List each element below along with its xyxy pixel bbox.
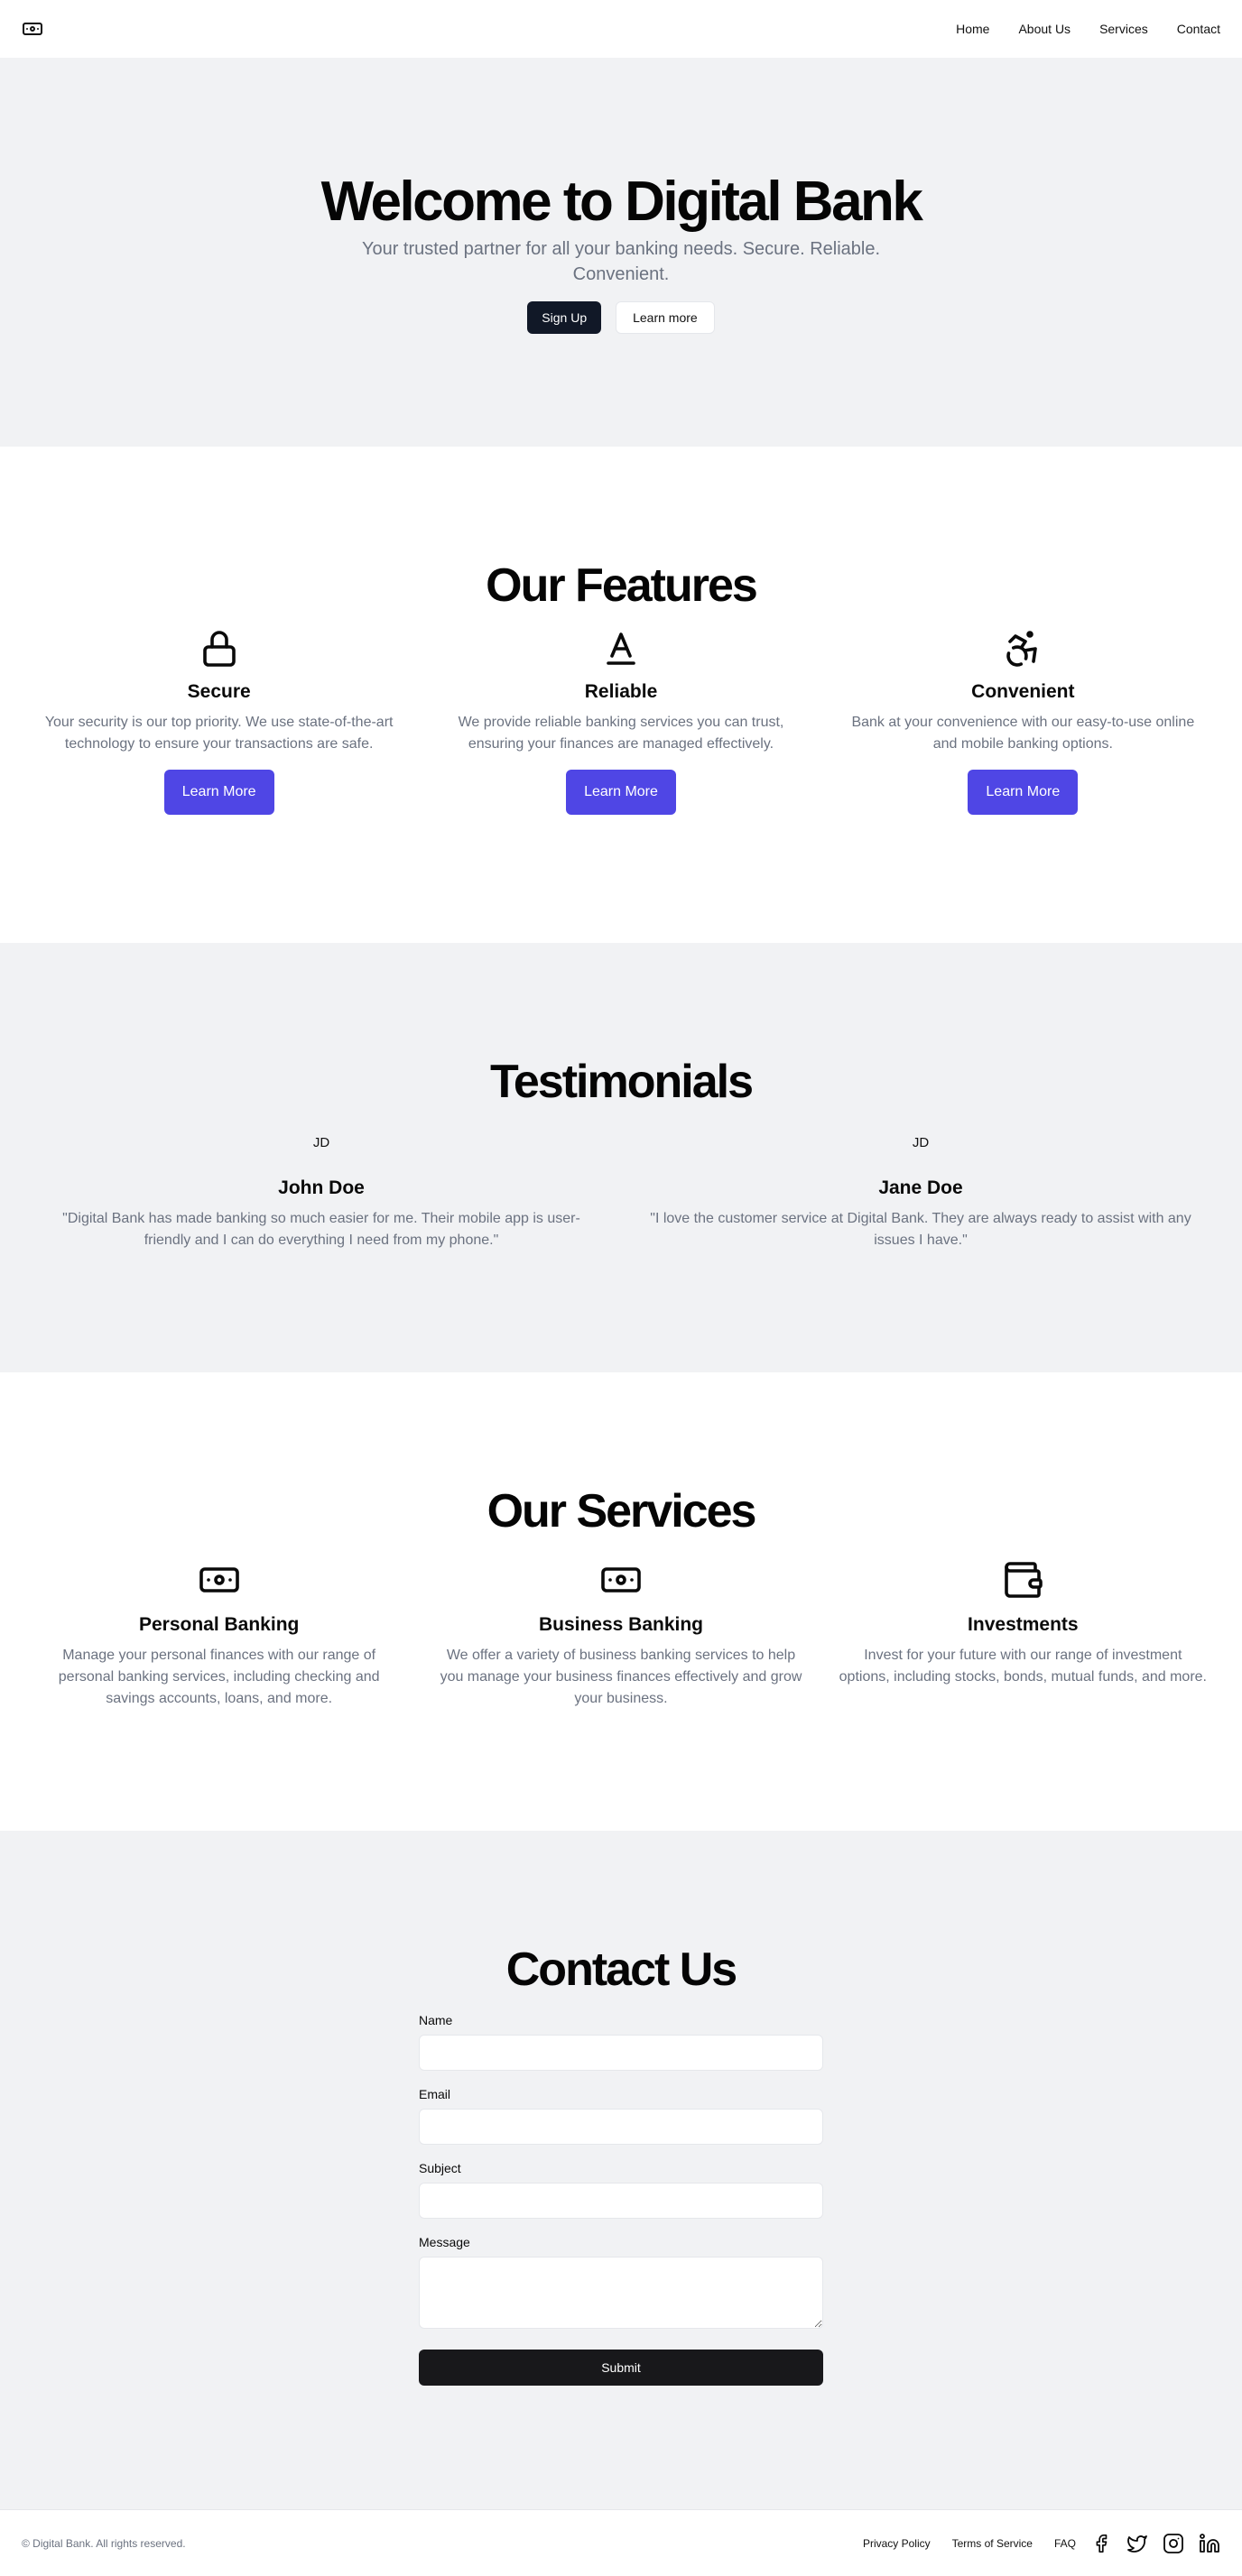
subject-label: Subject [419, 2161, 461, 2175]
service-card-personal: Personal Banking Manage your personal fi… [18, 1558, 420, 1710]
feature-learn-more-button[interactable]: Learn More [968, 770, 1079, 815]
hero-buttons: Sign Up Learn more [527, 301, 715, 334]
service-card-business: Business Banking We offer a variety of b… [420, 1558, 821, 1710]
copyright: © Digital Bank. All rights reserved. [22, 2536, 186, 2550]
banknote-icon [198, 1558, 241, 1602]
feature-learn-more-button[interactable]: Learn More [566, 770, 676, 815]
contact-section: Contact Us Name Email Subject Message Su… [0, 1831, 1242, 2509]
hero-title: Welcome to Digital Bank [320, 171, 923, 233]
terms-of-service-link[interactable]: Terms of Service [952, 2537, 1033, 2550]
contact-form: Name Email Subject Message Submit [419, 2013, 823, 2386]
accessibility-icon [1001, 627, 1044, 670]
facebook-icon[interactable] [1090, 2533, 1112, 2554]
testimonial-card: JD Jane Doe "I love the customer service… [621, 1132, 1220, 1251]
feature-text: Your security is our top priority. We us… [44, 715, 394, 752]
testimonial-quote: "Digital Bank has made banking so much e… [62, 1211, 580, 1248]
faq-link[interactable]: FAQ [1054, 2537, 1076, 2550]
feature-title: Convenient [971, 681, 1075, 702]
testimonial-card: JD John Doe "Digital Bank has made banki… [22, 1132, 621, 1251]
footer-links: Privacy Policy Terms of Service FAQ [863, 2533, 1220, 2554]
services-title: Our Services [487, 1485, 757, 1537]
feature-card-reliable: Reliable We provide reliable banking ser… [420, 627, 821, 815]
submit-button[interactable]: Submit [419, 2350, 823, 2386]
service-title: Personal Banking [138, 1614, 300, 1635]
feature-title: Secure [187, 681, 251, 702]
message-field[interactable] [419, 2257, 823, 2329]
feature-title: Reliable [584, 681, 658, 702]
message-label: Message [419, 2235, 470, 2249]
lock-icon [198, 627, 241, 670]
learn-more-button[interactable]: Learn more [616, 301, 715, 334]
service-text: We offer a variety of business banking s… [440, 1648, 802, 1706]
feature-text: Bank at your convenience with our easy-t… [851, 715, 1195, 752]
nav-about-us[interactable]: About Us [1018, 22, 1071, 36]
feature-card-convenient: Convenient Bank at your convenience with… [822, 627, 1224, 815]
banknote-icon[interactable] [22, 18, 43, 40]
banknote-icon [599, 1558, 643, 1602]
hero-section: Welcome to Digital Bank Your trusted par… [0, 58, 1242, 447]
site-footer: © Digital Bank. All rights reserved. Pri… [0, 2509, 1242, 2576]
service-text: Manage your personal finances with our r… [58, 1648, 380, 1706]
subject-field[interactable] [419, 2183, 823, 2219]
service-title: Investments [968, 1614, 1079, 1635]
service-card-investments: Investments Invest for your future with … [822, 1558, 1224, 1710]
site-header: Home About Us Services Contact [0, 0, 1242, 58]
main-nav: Home About Us Services Contact [956, 22, 1220, 36]
linkedin-icon[interactable] [1199, 2533, 1220, 2554]
name-field-group: Name [419, 2013, 823, 2071]
service-text: Invest for your future with our range of… [839, 1648, 1207, 1685]
services-section: Our Services Personal Banking Manage you… [0, 1372, 1242, 1831]
testimonial-name: John Doe [278, 1177, 365, 1198]
privacy-policy-link[interactable]: Privacy Policy [863, 2537, 931, 2550]
service-title: Business Banking [538, 1614, 704, 1635]
email-field-group: Email [419, 2087, 823, 2145]
features-section: Our Features Secure Your security is our… [0, 447, 1242, 943]
services-grid: Personal Banking Manage your personal fi… [0, 1558, 1242, 1710]
testimonials-section: Testimonials JD John Doe "Digital Bank h… [0, 943, 1242, 1372]
name-label: Name [419, 2013, 453, 2027]
email-field[interactable] [419, 2109, 823, 2145]
twitter-icon[interactable] [1126, 2533, 1148, 2554]
feature-card-secure: Secure Your security is our top priority… [18, 627, 420, 815]
avatar: JD [912, 1135, 930, 1150]
feature-text: We provide reliable banking services you… [458, 715, 784, 752]
contact-title: Contact Us [505, 1944, 737, 1996]
message-field-group: Message [419, 2235, 823, 2333]
nav-home[interactable]: Home [956, 22, 989, 36]
testimonials-title: Testimonials [489, 1056, 754, 1108]
features-title: Our Features [486, 559, 758, 612]
testimonials-grid: JD John Doe "Digital Bank has made banki… [0, 1132, 1242, 1251]
nav-contact[interactable]: Contact [1177, 22, 1220, 36]
nav-services[interactable]: Services [1099, 22, 1148, 36]
instagram-icon[interactable] [1163, 2533, 1184, 2554]
avatar: JD [312, 1135, 330, 1150]
features-grid: Secure Your security is our top priority… [0, 627, 1242, 815]
name-field[interactable] [419, 2035, 823, 2071]
social-links [1090, 2533, 1220, 2554]
email-label: Email [419, 2087, 451, 2101]
subject-field-group: Subject [419, 2161, 823, 2219]
feature-learn-more-button[interactable]: Learn More [163, 770, 274, 815]
testimonial-name: Jane Doe [878, 1177, 963, 1198]
wallet-icon [1001, 1558, 1044, 1602]
sign-up-button[interactable]: Sign Up [527, 301, 602, 334]
baseline-icon [599, 627, 643, 670]
testimonial-quote: "I love the customer service at Digital … [650, 1211, 1191, 1248]
hero-subtitle: Your trusted partner for all your bankin… [361, 239, 881, 284]
